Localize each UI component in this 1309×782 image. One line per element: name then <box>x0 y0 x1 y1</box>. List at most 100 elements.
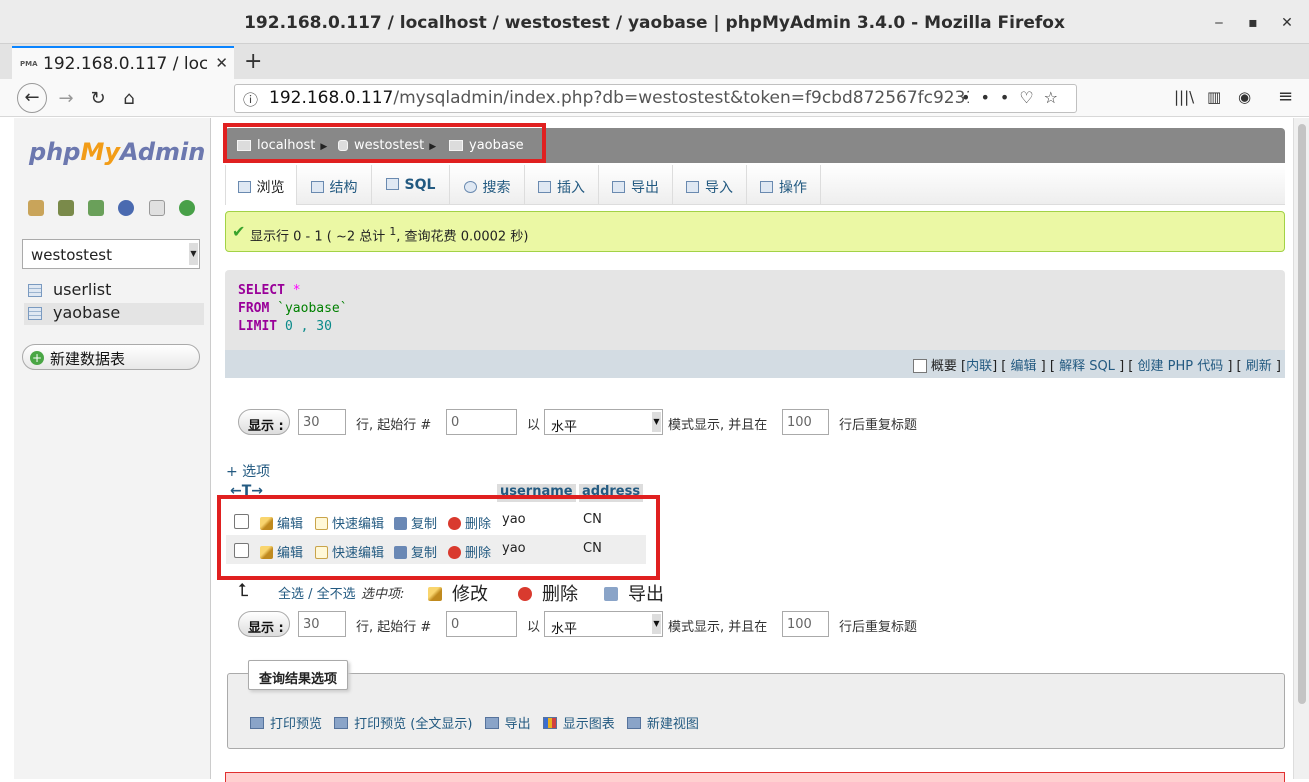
mode-label: 模式显示, 并且在 <box>668 620 768 635</box>
table-icon <box>28 307 42 320</box>
tab-insert[interactable]: 插入 <box>525 165 599 205</box>
sidebar-icon[interactable]: ▥ <box>1207 88 1221 106</box>
print-view-link[interactable]: 打印预览 <box>250 717 322 732</box>
display-mode-select[interactable]: 水平 ▼ <box>544 611 663 637</box>
new-table-button[interactable]: + 新建数据表 <box>22 344 200 370</box>
rows-count-input[interactable]: 30 <box>298 409 346 435</box>
quick-icons <box>28 200 205 220</box>
checkmark-icon: ✔ <box>232 222 246 241</box>
show-button[interactable]: 显示 : <box>238 409 290 435</box>
database-select[interactable]: westostest ▼ <box>22 239 200 269</box>
bookmark-star-icon[interactable]: ☆ <box>1044 88 1068 107</box>
export-icon <box>484 717 499 729</box>
window-titlebar: 192.168.0.117 / localhost / westostest /… <box>0 0 1309 44</box>
tab-sql[interactable]: SQL <box>372 165 450 205</box>
more-icon[interactable]: ••• <box>961 88 1019 107</box>
table-icon <box>28 284 42 297</box>
tab-strip: PMA 192.168.0.117 / localhost / westoste… <box>0 44 1309 79</box>
tab-operations[interactable]: 操作 <box>747 165 821 205</box>
maximize-button[interactable]: ▪ <box>1242 12 1264 34</box>
wrench-icon <box>760 181 773 193</box>
chart-icon <box>542 717 557 729</box>
account-icon[interactable]: ◉ <box>1238 88 1251 106</box>
query-window-icon[interactable] <box>88 200 105 216</box>
sql-links-bar: 概要 [内联] [ 编辑 ] [ 解释 SQL ] [ 创建 PHP 代码 ] … <box>225 350 1285 378</box>
create-view-link[interactable]: 新建视图 <box>626 717 699 732</box>
phpmyadmin-logo[interactable]: phpMyAdmin <box>29 138 205 166</box>
reload-nav-icon[interactable] <box>178 200 195 216</box>
docs-icon[interactable] <box>148 200 165 216</box>
rows-label: 行, 起始行 # <box>356 418 432 433</box>
sql-query-box: SELECT * FROM `yaobase` LIMIT 0 , 30 <box>225 270 1285 350</box>
tab-structure[interactable]: 结构 <box>297 165 372 205</box>
start-row-input[interactable]: 0 <box>446 409 517 435</box>
forward-icon[interactable]: → <box>52 85 80 113</box>
main-scrollbar[interactable] <box>1293 118 1309 779</box>
info-icon[interactable]: ⓘ <box>243 89 258 110</box>
view-icon <box>626 717 641 729</box>
plus-icon: + <box>30 351 44 365</box>
logout-icon[interactable] <box>58 200 75 216</box>
scrollbar-thumb[interactable] <box>1298 124 1306 704</box>
display-mode-select[interactable]: 水平 ▼ <box>544 409 663 435</box>
arrow-up-icon: ⮤ <box>238 580 249 601</box>
repeat-headers-input[interactable]: 100 <box>782 409 829 435</box>
query-results-legend: 查询结果选项 <box>248 660 349 690</box>
table-link-userlist[interactable]: userlist <box>24 280 111 302</box>
bulk-change-button[interactable]: 修改 <box>428 580 488 606</box>
insert-icon <box>538 181 551 193</box>
minimize-button[interactable]: ‒ <box>1208 12 1230 34</box>
library-icon[interactable]: |||\ <box>1174 88 1194 106</box>
print-view-full-link[interactable]: 打印预览 (全文显示) <box>334 717 472 732</box>
pma-main-frame: localhost ▶ westostest ▶ yaobase 浏览 结构 SQL… <box>212 118 1293 782</box>
repeat-headers-input[interactable]: 100 <box>782 611 829 637</box>
check-all-link[interactable]: 全选 / 全不选 <box>278 583 356 602</box>
edit-sql-link[interactable]: 编辑 <box>1011 359 1037 374</box>
help-icon[interactable] <box>118 200 135 216</box>
url-text[interactable]: 192.168.0.117/mysqladmin/index.php?db=we… <box>269 88 969 108</box>
table-link-yaobase[interactable]: yaobase <box>24 303 204 325</box>
repeat-label: 行后重复标题 <box>839 418 918 433</box>
create-php-link[interactable]: 创建 PHP 代码 <box>1137 359 1223 374</box>
tab-export[interactable]: 导出 <box>599 165 673 205</box>
menu-icon[interactable]: ≡ <box>1278 86 1293 107</box>
query-results-links: 打印预览 打印预览 (全文显示) 导出 显示图表 新建视图 <box>250 713 707 732</box>
close-tab-icon[interactable]: ✕ <box>215 54 228 72</box>
delete-icon <box>518 587 532 601</box>
pma-favicon-icon: PMA <box>20 60 38 68</box>
show-button[interactable]: 显示 : <box>238 611 290 637</box>
reload-icon[interactable]: ↻ <box>84 85 112 113</box>
browse-icon <box>237 181 251 193</box>
close-window-button[interactable]: ✕ <box>1276 12 1298 34</box>
tab-search[interactable]: 搜索 <box>450 165 525 205</box>
profile-checkbox[interactable] <box>912 359 927 373</box>
start-row-input[interactable]: 0 <box>446 611 517 637</box>
chevron-down-icon: ▼ <box>189 243 198 265</box>
main-tabs: 浏览 结构 SQL 搜索 插入 导出 导入 操作 <box>225 165 1285 205</box>
new-tab-button[interactable]: + <box>244 49 262 74</box>
explain-sql-link[interactable]: 解释 SQL <box>1059 359 1115 374</box>
export-icon <box>612 181 625 193</box>
pocket-icon[interactable]: ♡ <box>1019 88 1043 107</box>
window-title: 192.168.0.117 / localhost / westostest /… <box>244 13 1065 33</box>
mode-prefix: 以 <box>527 620 541 635</box>
inline-link[interactable]: 内联 <box>966 359 992 374</box>
export-link[interactable]: 导出 <box>484 717 531 732</box>
bulk-delete-button[interactable]: 删除 <box>518 580 578 606</box>
refresh-link[interactable]: 刷新 <box>1246 359 1272 374</box>
structure-icon <box>310 181 324 193</box>
bulk-export-button[interactable]: 导出 <box>604 580 664 606</box>
options-toggle-link[interactable]: + 选项 <box>226 461 270 481</box>
rows-count-input[interactable]: 30 <box>298 611 346 637</box>
home-icon[interactable] <box>28 200 44 216</box>
success-message: ✔ 显示行 0 - 1 ( ~2 总计 1, 查询花费 0.0002 秒) <box>225 211 1285 252</box>
url-bar[interactable]: ⓘ 192.168.0.117/mysqladmin/index.php?db=… <box>234 84 1077 113</box>
browser-tab[interactable]: PMA 192.168.0.117 / localhost / westoste… <box>12 46 234 79</box>
with-selected-label: 选中项: <box>361 587 405 602</box>
display-chart-link[interactable]: 显示图表 <box>542 717 615 732</box>
back-icon[interactable]: ← <box>17 83 47 113</box>
profile-label: 概要 <box>930 359 957 374</box>
tab-browse[interactable]: 浏览 <box>225 165 297 205</box>
tab-import[interactable]: 导入 <box>673 165 747 205</box>
home-icon[interactable]: ⌂ <box>115 85 143 113</box>
